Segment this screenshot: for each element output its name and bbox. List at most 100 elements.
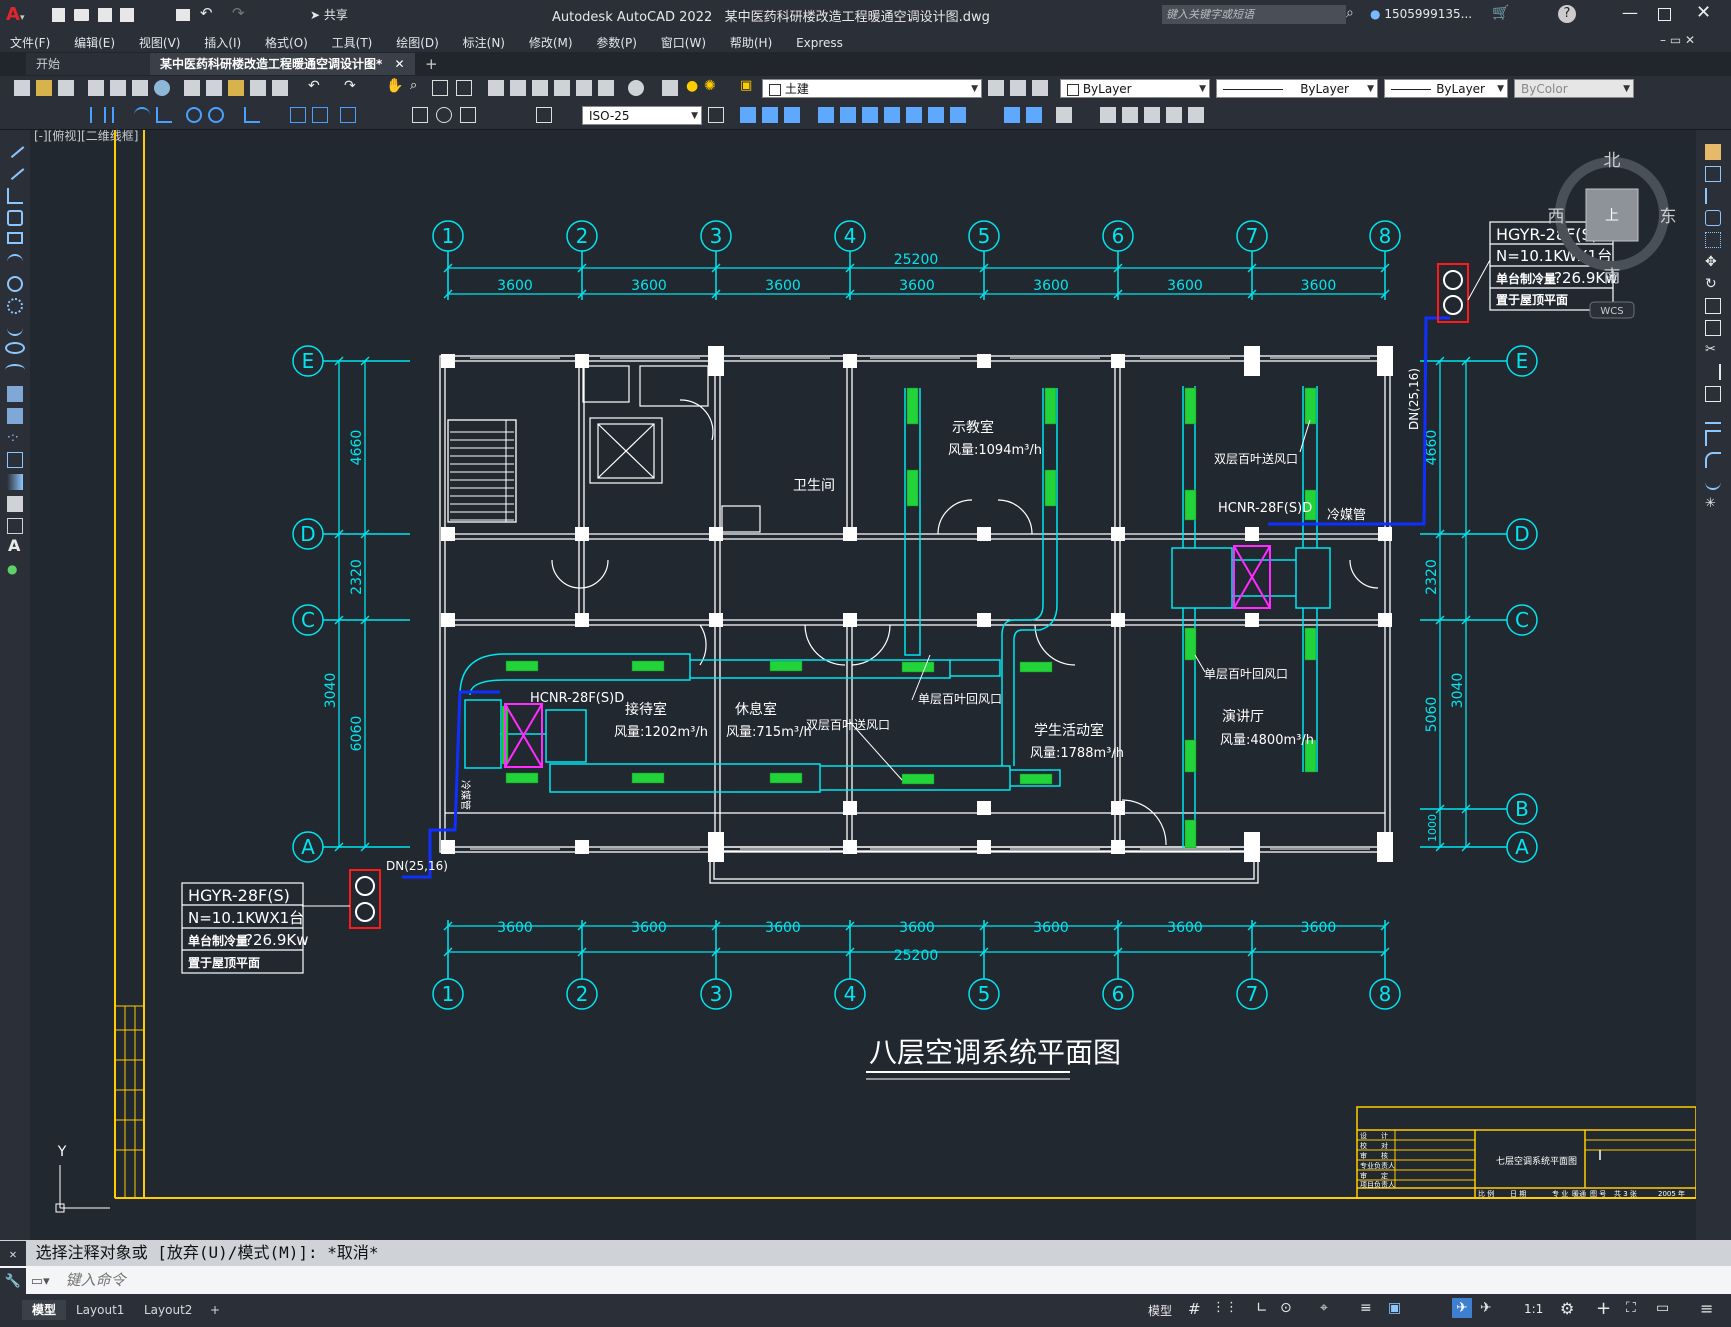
copy-icon[interactable] — [206, 80, 222, 96]
hatch-icon[interactable] — [7, 452, 23, 468]
layout-tab-layout1[interactable]: Layout1 — [66, 1300, 134, 1320]
menu-draw[interactable]: 绘图(D) — [386, 30, 449, 51]
redo-icon[interactable]: ↷ — [344, 78, 360, 94]
drawing-canvas[interactable]: [-][俯视][二维线框] 设 计 校 对 审 核 专业负责人 审 定 项目负责… — [30, 129, 1696, 1240]
add-selected-icon[interactable]: ● — [7, 562, 23, 578]
insert-block-icon[interactable] — [7, 386, 23, 402]
mirror-icon[interactable] — [762, 107, 778, 123]
linear-dimension-icon[interactable] — [90, 107, 106, 123]
mtext-icon[interactable]: A — [8, 536, 24, 555]
diameter-dimension-icon[interactable] — [208, 107, 224, 123]
explode-icon[interactable]: ✳ — [1705, 496, 1721, 512]
ortho-icon[interactable]: ∟ — [1256, 1300, 1268, 1316]
model-space-button[interactable]: 模型 — [1148, 1302, 1172, 1319]
break-icon[interactable] — [1705, 386, 1721, 402]
save-icon[interactable] — [58, 80, 74, 96]
tab-active-drawing[interactable]: 某中医药科研楼改造工程暖通空调设计图* ✕ — [150, 53, 415, 75]
selection-cycling-icon[interactable]: ▣ — [1388, 1300, 1401, 1316]
sheet-set-icon[interactable] — [554, 80, 570, 96]
rectangle-icon[interactable] — [7, 232, 23, 244]
open-icon[interactable] — [36, 80, 52, 96]
properties-icon[interactable] — [488, 80, 504, 96]
layer-dropdown[interactable]: 土建 ▼ — [762, 79, 982, 98]
trim-icon[interactable]: ✂ — [1705, 342, 1721, 358]
arc-length-icon[interactable] — [134, 107, 150, 123]
ellipse-icon[interactable] — [5, 342, 25, 354]
layer-previous-icon[interactable] — [1010, 80, 1026, 96]
help-icon[interactable]: ? — [1558, 5, 1576, 23]
pan-icon[interactable]: ✋ — [386, 78, 403, 94]
chamfer-icon[interactable] — [1004, 107, 1020, 123]
layout-tab-model[interactable]: 模型 — [22, 1300, 67, 1320]
circle-icon[interactable] — [7, 276, 23, 292]
fillet-icon[interactable] — [1705, 452, 1721, 468]
radius-dimension-icon[interactable] — [186, 107, 202, 123]
rotate-icon[interactable] — [840, 107, 856, 123]
calculator-icon[interactable] — [598, 80, 614, 96]
menu-help[interactable]: 帮助(H) — [720, 30, 782, 51]
layout-tab-layout2[interactable]: Layout2 — [134, 1300, 202, 1320]
aligned-dimension-icon[interactable] — [112, 107, 128, 123]
zoom-realtime-icon[interactable]: ⌕ — [410, 78, 426, 94]
layer-thaw-icon[interactable]: ✺ — [704, 78, 720, 94]
scale-icon[interactable] — [1705, 298, 1721, 314]
ungroup-icon[interactable] — [1166, 107, 1182, 123]
inspection-icon[interactable] — [460, 107, 476, 123]
layer-unlock-icon[interactable]: ▣ — [740, 78, 756, 94]
move-icon[interactable] — [818, 107, 834, 123]
paste-icon[interactable] — [228, 80, 244, 96]
menu-dimension[interactable]: 标注(N) — [453, 30, 515, 51]
copy-object-icon[interactable] — [740, 107, 756, 123]
command-input[interactable] — [63, 1270, 1668, 1290]
polyline-icon[interactable] — [7, 188, 23, 204]
menu-modify[interactable]: 修改(M) — [519, 30, 583, 51]
tool-palettes-icon[interactable] — [532, 80, 548, 96]
add-tab-button[interactable]: + — [415, 53, 448, 75]
gradient-icon[interactable] — [7, 474, 23, 490]
make-block-icon[interactable] — [7, 408, 23, 424]
match-properties-icon[interactable] — [250, 80, 266, 96]
add-layout-button[interactable]: + — [200, 1300, 230, 1320]
minimize-button[interactable]: — — [1622, 3, 1638, 22]
ordinate-dimension-icon[interactable] — [156, 107, 172, 123]
line-icon[interactable] — [5, 140, 25, 158]
tolerance-icon[interactable] — [412, 107, 428, 123]
dimension-style-icon[interactable] — [708, 107, 724, 123]
user-account[interactable]: ● 1505999135... — [1370, 7, 1472, 21]
hardware-acceleration-icon[interactable]: ▭ — [1656, 1300, 1669, 1316]
osnap-icon[interactable]: ⌖ — [1320, 1300, 1328, 1316]
save-icon[interactable] — [98, 8, 112, 22]
layer-properties-icon[interactable] — [662, 80, 678, 96]
doc-window-controls[interactable]: – ▭ ✕ — [1660, 33, 1695, 47]
command-close-icon[interactable]: ✕ — [0, 1241, 26, 1267]
snap-icon[interactable]: ⋮⋮ — [1212, 1300, 1238, 1315]
trim-icon[interactable] — [906, 107, 922, 123]
autocad-logo-icon[interactable]: A▾ — [6, 4, 32, 26]
new-icon[interactable] — [14, 80, 30, 96]
join-icon[interactable] — [1705, 408, 1721, 424]
revcloud-icon[interactable] — [7, 298, 23, 314]
region-icon[interactable] — [7, 496, 23, 512]
block-editor-icon[interactable] — [272, 80, 288, 96]
move-icon[interactable]: ✥ — [1705, 254, 1721, 270]
menu-file[interactable]: 文件(F) — [0, 30, 60, 51]
fillet-icon[interactable] — [1026, 107, 1042, 123]
table-icon[interactable] — [7, 518, 23, 534]
dimension-edit-icon[interactable] — [536, 107, 552, 123]
tab-start[interactable]: 开始 — [26, 53, 166, 75]
mirror-icon[interactable] — [1705, 188, 1721, 204]
menu-format[interactable]: 格式(O) — [255, 30, 318, 51]
command-prompt-icon[interactable]: ▭▾ — [31, 1268, 59, 1296]
dimstyle-dropdown[interactable]: ISO-25 ▼ — [582, 106, 702, 125]
text-icon[interactable] — [1188, 107, 1204, 123]
make-current-layer-icon[interactable] — [988, 80, 1004, 96]
layer-states-icon[interactable] — [1032, 80, 1048, 96]
menu-view[interactable]: 视图(V) — [129, 30, 191, 51]
print-icon[interactable] — [176, 9, 190, 21]
open-file-icon[interactable] — [74, 9, 89, 21]
plot-icon[interactable] — [88, 80, 104, 96]
polygon-icon[interactable] — [7, 210, 23, 226]
point-icon[interactable]: ·:· — [7, 430, 23, 446]
array-icon[interactable] — [1705, 232, 1721, 248]
menu-insert[interactable]: 插入(I) — [194, 30, 251, 51]
